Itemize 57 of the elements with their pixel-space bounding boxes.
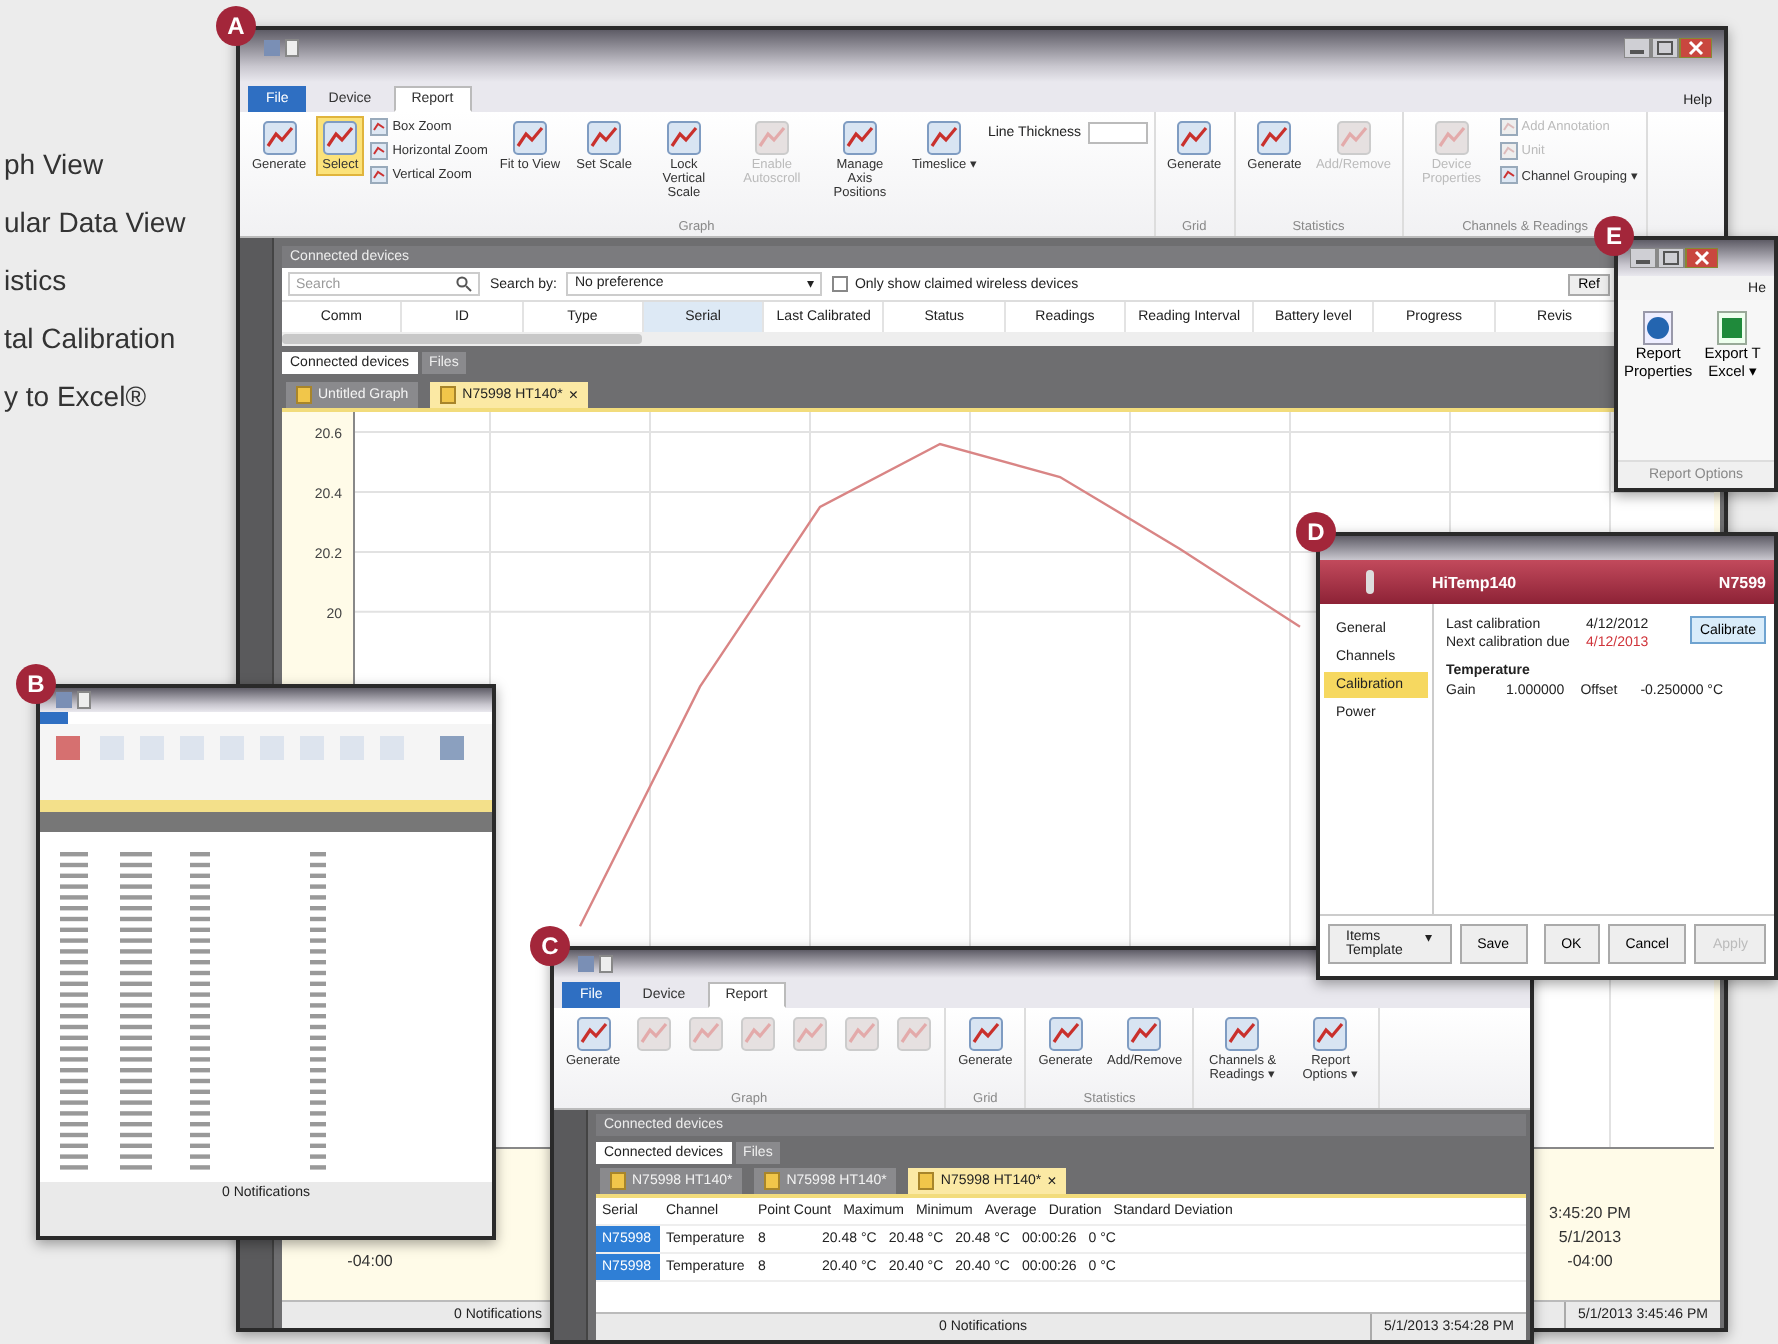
small-chart-icon xyxy=(370,166,389,184)
chart-icon xyxy=(967,1016,1004,1052)
scrollbar-thumb[interactable] xyxy=(282,334,642,344)
chart-icon xyxy=(1335,120,1372,156)
callout-badge: A xyxy=(216,6,256,46)
chart-icon xyxy=(1256,120,1293,156)
close-icon[interactable]: × xyxy=(568,386,579,404)
device-header: HiTemp140 N7599 xyxy=(1320,560,1774,604)
chart-icon xyxy=(665,120,702,156)
callout-badge: B xyxy=(16,664,56,704)
spreadsheet-icon xyxy=(1716,310,1749,346)
chart-icon xyxy=(511,120,548,156)
window-controls-icon[interactable] xyxy=(1624,38,1712,58)
chart-icon xyxy=(841,120,878,156)
feature-item: tal Calibration xyxy=(2,322,178,354)
small-chart-icon xyxy=(370,142,389,160)
chart-icon xyxy=(322,120,359,156)
feature-item: istics xyxy=(2,264,69,296)
search-icon xyxy=(456,276,472,292)
chart-icon xyxy=(688,1016,725,1052)
feature-item: y to Excel® xyxy=(2,380,149,412)
document-p-icon xyxy=(1642,310,1675,346)
document-icon xyxy=(610,1172,626,1190)
chart-icon xyxy=(844,1016,881,1052)
feature-item: ph View xyxy=(2,148,106,180)
x-axis-label: 3:45:20 PM xyxy=(1549,1204,1631,1222)
chart-icon xyxy=(1047,1016,1084,1052)
spin-field[interactable] xyxy=(1087,122,1148,144)
small-chart-icon xyxy=(1499,142,1518,160)
chart-icon xyxy=(586,120,623,156)
chart-icon xyxy=(753,120,790,156)
close-icon[interactable]: × xyxy=(1047,1172,1057,1190)
document-icon xyxy=(440,386,457,404)
small-chart-icon xyxy=(370,118,389,136)
chart-icon xyxy=(792,1016,829,1052)
chart-icon xyxy=(261,120,298,156)
window-controls-icon[interactable] xyxy=(1630,248,1718,268)
document-icon xyxy=(764,1172,781,1190)
document-icon xyxy=(296,386,312,404)
chart-icon xyxy=(1312,1016,1349,1052)
chart-icon xyxy=(740,1016,777,1052)
chart-icon xyxy=(1224,1016,1261,1052)
chart-icon xyxy=(896,1016,933,1052)
chart-icon xyxy=(1433,120,1470,156)
chart-icon xyxy=(1126,1016,1163,1052)
chart-icon xyxy=(575,1016,612,1052)
thermometer-icon xyxy=(1364,570,1376,594)
small-chart-icon xyxy=(1499,118,1518,136)
small-chart-icon xyxy=(1499,166,1518,184)
x-axis-label: -04:00 xyxy=(347,1252,393,1270)
x-axis-label: -04:00 xyxy=(1567,1252,1613,1270)
chart-icon xyxy=(926,120,963,156)
document-icon xyxy=(918,1172,935,1190)
chart-icon xyxy=(636,1016,673,1052)
feature-item: ular Data View xyxy=(2,206,186,238)
x-axis-label: 5/1/2013 xyxy=(1558,1228,1622,1246)
chart-icon xyxy=(1176,120,1213,156)
